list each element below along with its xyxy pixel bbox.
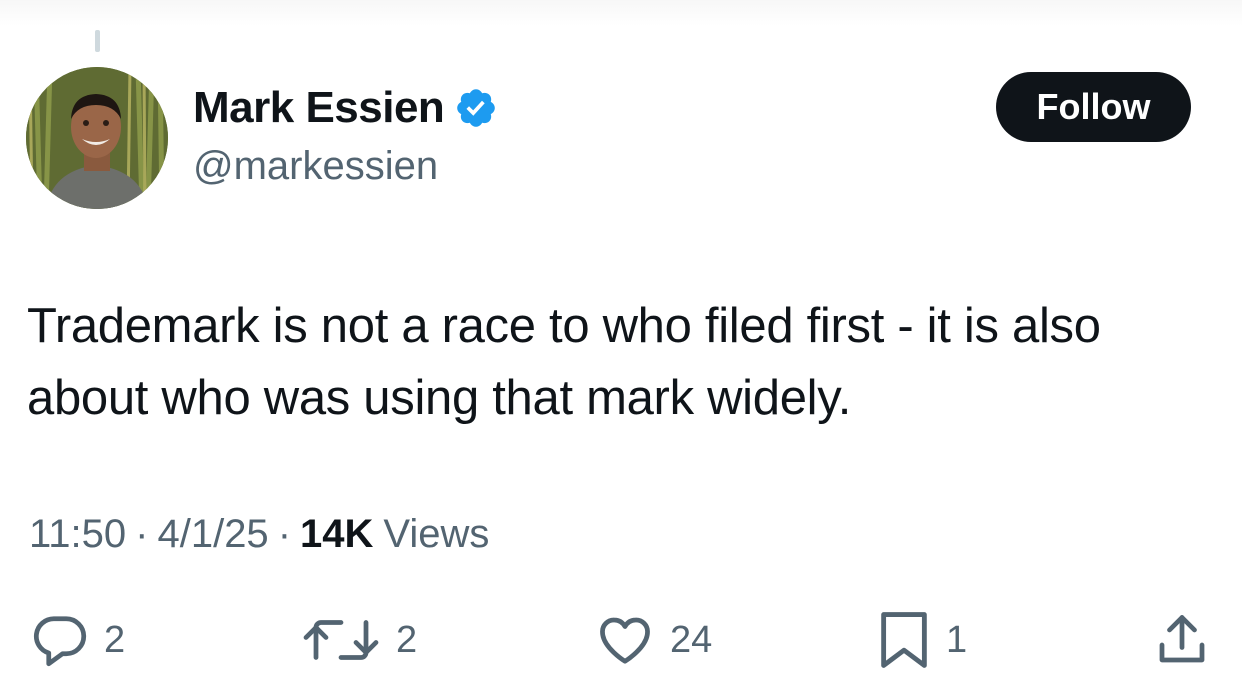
author-name-row[interactable]: Mark Essien [193, 80, 498, 136]
follow-button[interactable]: Follow [996, 72, 1191, 142]
like-icon [594, 610, 656, 670]
repost-icon [300, 610, 382, 670]
views-count: 14K [300, 512, 374, 556]
tweet-text: Trademark is not a race to who filed fir… [27, 299, 1101, 425]
verified-badge-icon [454, 86, 498, 130]
tweet-date[interactable]: 4/1/25 [157, 512, 268, 557]
action-bar: 2 2 24 1 [0, 605, 1242, 675]
tweet-time[interactable]: 11:50 [29, 512, 126, 557]
views-label: Views [383, 512, 490, 556]
repost-count: 2 [396, 618, 418, 661]
reply-count: 2 [104, 618, 126, 661]
bookmark-button[interactable]: 1 [876, 605, 967, 675]
thread-connector-line [95, 30, 100, 52]
bookmark-icon [876, 609, 932, 671]
meta-separator: · [135, 512, 149, 556]
repost-button[interactable]: 2 [300, 605, 417, 675]
bookmark-count: 1 [946, 618, 968, 661]
tweet-detail: Mark Essien @markessien Follow Trademark… [0, 0, 1242, 696]
author-handle[interactable]: @markessien [193, 144, 438, 189]
like-button[interactable]: 24 [594, 605, 712, 675]
share-icon [1152, 610, 1212, 670]
reply-button[interactable]: 2 [30, 605, 125, 675]
avatar[interactable] [26, 67, 168, 209]
meta-separator: · [277, 512, 292, 556]
like-count: 24 [670, 618, 713, 661]
tweet-meta: 11:50 · 4/1/25 · 14K Views [29, 512, 489, 557]
top-strip [0, 0, 1242, 26]
author-display-name[interactable]: Mark Essien [193, 83, 445, 133]
reply-icon [30, 610, 90, 670]
share-button[interactable] [1152, 605, 1212, 675]
